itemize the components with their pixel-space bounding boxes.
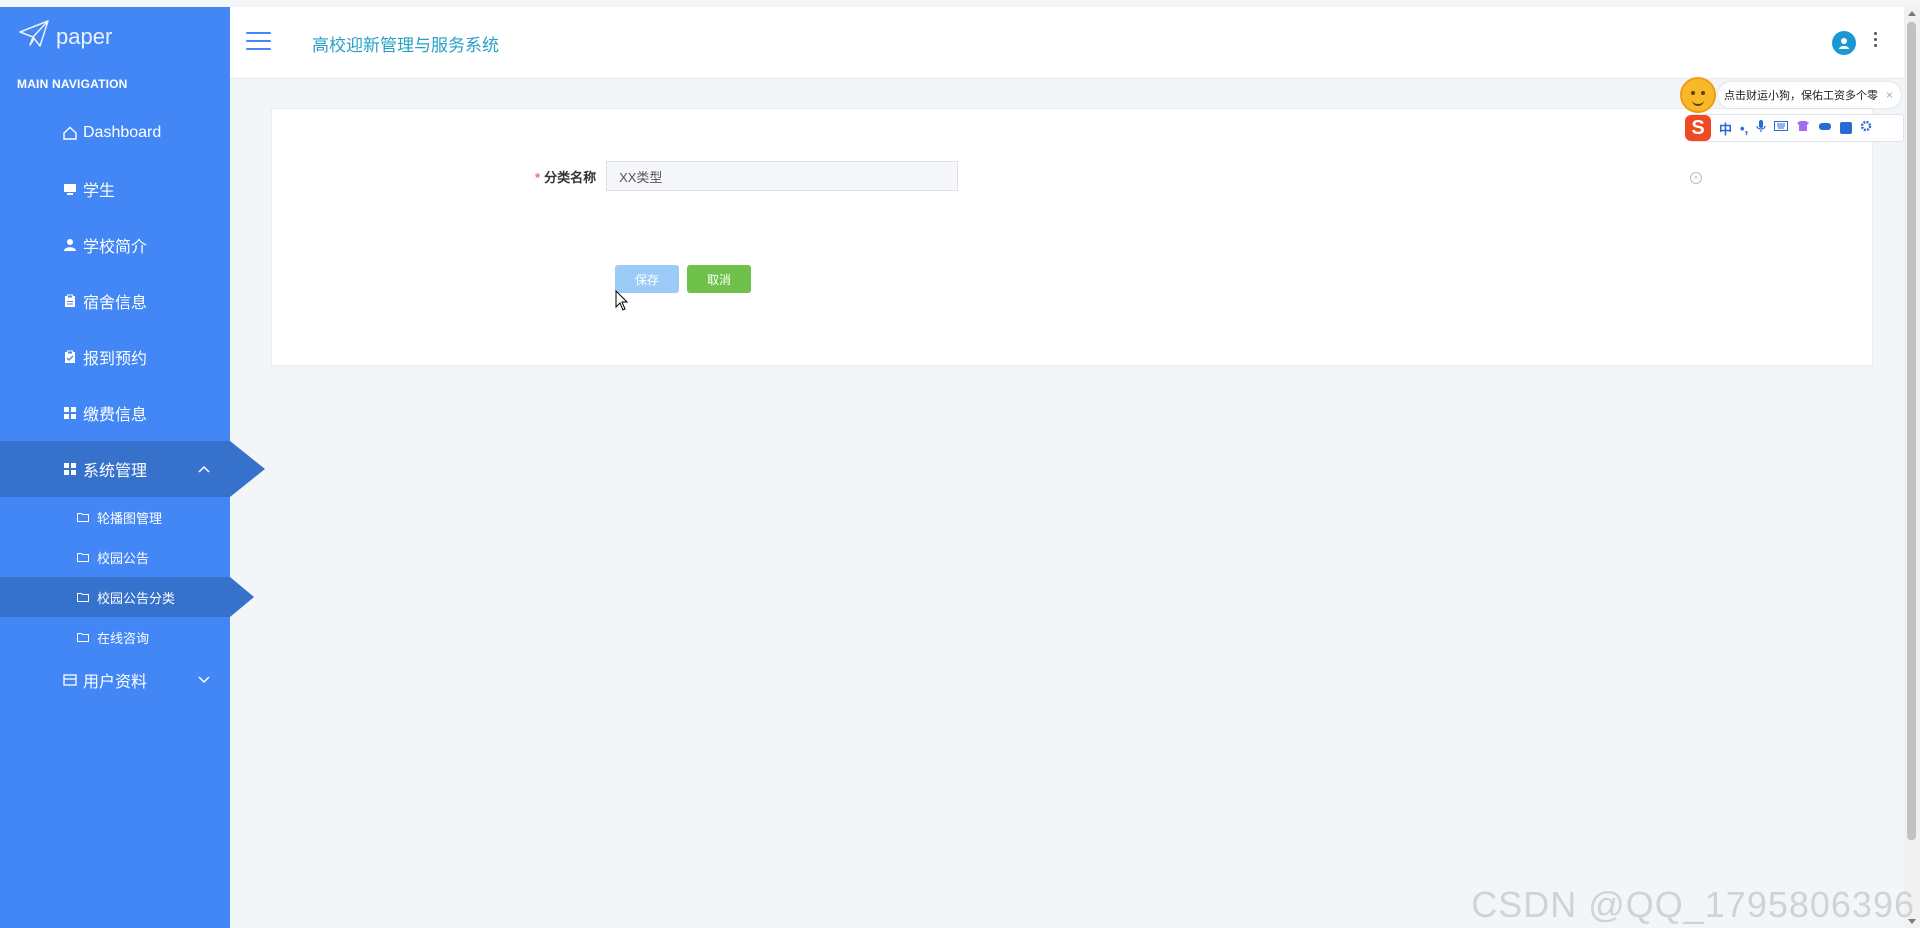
grid-icon <box>63 462 77 476</box>
sidebar-item-label: 系统管理 <box>83 463 148 480</box>
main-navigation-title: MAIN NAVIGATION <box>17 77 128 91</box>
ime-mode-toggle[interactable]: 中 <box>1719 119 1732 138</box>
settings-icon[interactable] <box>1860 119 1872 137</box>
page-title: 高校迎新管理与服务系统 <box>312 36 499 55</box>
keyboard-icon[interactable] <box>1774 119 1789 137</box>
toolbox-icon[interactable] <box>1840 122 1853 134</box>
cancel-button[interactable]: 取消 <box>687 265 751 293</box>
more-options-icon[interactable] <box>1872 32 1878 54</box>
chevron-up-icon <box>198 460 210 478</box>
sidebar-item-label: 缴费信息 <box>83 407 148 424</box>
sidebar-subitem-announcements[interactable]: 校园公告 <box>0 537 230 577</box>
sidebar-item-label: 学生 <box>83 183 116 200</box>
skin-icon[interactable] <box>1796 119 1810 137</box>
sidebar-item-dormitory[interactable]: 宿舍信息 <box>0 273 230 329</box>
form-card: *分类名称 × 保存 取消 <box>271 108 1873 366</box>
chevron-down-icon <box>198 671 210 689</box>
ime-tip-text: 点击财运小狗，保佑工资多个零 <box>1724 90 1878 102</box>
home-icon <box>63 126 77 140</box>
top-header: 高校迎新管理与服务系统 <box>230 7 1904 79</box>
sidebar-item-payment[interactable]: 缴费信息 <box>0 385 230 441</box>
sidebar: paper MAIN NAVIGATION Dashboard 学生 学校简介 … <box>0 7 265 928</box>
sidebar-subitem-label: 在线咨询 <box>97 630 150 646</box>
sidebar-item-label: 用户资料 <box>83 674 148 691</box>
clear-icon[interactable]: × <box>1690 172 1702 184</box>
sidebar-item-registration[interactable]: 报到预约 <box>0 329 230 385</box>
sidebar-item-system-management[interactable]: 系统管理 <box>0 441 265 497</box>
sidebar-item-dashboard[interactable]: Dashboard <box>0 105 230 161</box>
game-icon[interactable] <box>1818 119 1832 137</box>
avatar[interactable] <box>1832 31 1856 55</box>
mouse-cursor-icon <box>615 290 629 311</box>
sun-mascot-icon <box>1680 77 1716 113</box>
folder-icon <box>77 510 89 525</box>
required-mark: * <box>535 169 541 185</box>
sidebar-item-students[interactable]: 学生 <box>0 161 230 217</box>
folder-icon <box>77 590 89 605</box>
close-icon[interactable]: × <box>1886 88 1893 102</box>
sidebar-subitem-announcement-categories[interactable]: 校园公告分类 <box>0 577 254 617</box>
scroll-up-arrow-icon[interactable] <box>1908 11 1916 16</box>
category-name-input[interactable] <box>606 161 959 191</box>
watermark: CSDN @QQ_1795806396 <box>1471 884 1915 925</box>
sidebar-subitem-carousel[interactable]: 轮播图管理 <box>0 497 230 537</box>
sidebar-subitem-online-consult[interactable]: 在线咨询 <box>0 617 230 657</box>
brand[interactable]: paper <box>0 7 230 67</box>
page-scrollbar[interactable] <box>1904 7 1920 928</box>
scroll-thumb[interactable] <box>1907 22 1916 840</box>
sidebar-subitem-label: 轮播图管理 <box>97 510 163 526</box>
field-label-text: 分类名称 <box>544 169 597 185</box>
monitor-icon <box>63 182 77 196</box>
folder-icon <box>77 630 89 645</box>
sidebar-item-label: 学校简介 <box>83 239 148 256</box>
category-name-row: * 分类名称 <box>535 161 959 191</box>
sidebar-item-label: Dashboard <box>83 124 162 141</box>
save-button[interactable]: 保存 <box>615 265 679 293</box>
sidebar-subitem-label: 校园公告 <box>97 550 150 566</box>
ime-tip: 点击财运小狗，保佑工资多个零 × <box>1718 82 1902 108</box>
sidebar-item-user-profile[interactable]: 用户资料 <box>0 657 230 703</box>
ime-toolbar: S 中 •, <box>1685 114 1904 142</box>
id-card-icon <box>63 673 77 687</box>
menu-toggle-icon[interactable] <box>246 32 271 52</box>
category-name-label: * 分类名称 <box>535 167 596 186</box>
clipboard-check-icon <box>63 350 77 364</box>
ime-tip-bubble[interactable]: 点击财运小狗，保佑工资多个零 × <box>1680 77 1904 113</box>
sidebar-subitem-label: 校园公告分类 <box>97 590 176 606</box>
sidebar-item-school-intro[interactable]: 学校简介 <box>0 217 230 273</box>
grid-icon <box>63 406 77 420</box>
punctuation-toggle[interactable]: •, <box>1740 121 1748 136</box>
sidebar-item-label: 报到预约 <box>83 351 148 368</box>
clipboard-icon <box>63 294 77 308</box>
sogou-logo-icon[interactable]: S <box>1685 115 1711 141</box>
folder-icon <box>77 550 89 565</box>
paper-plane-icon <box>18 18 50 56</box>
brand-name: paper <box>56 24 113 49</box>
microphone-icon[interactable] <box>1756 119 1766 138</box>
sidebar-item-label: 宿舍信息 <box>83 295 148 312</box>
user-icon <box>63 238 77 252</box>
